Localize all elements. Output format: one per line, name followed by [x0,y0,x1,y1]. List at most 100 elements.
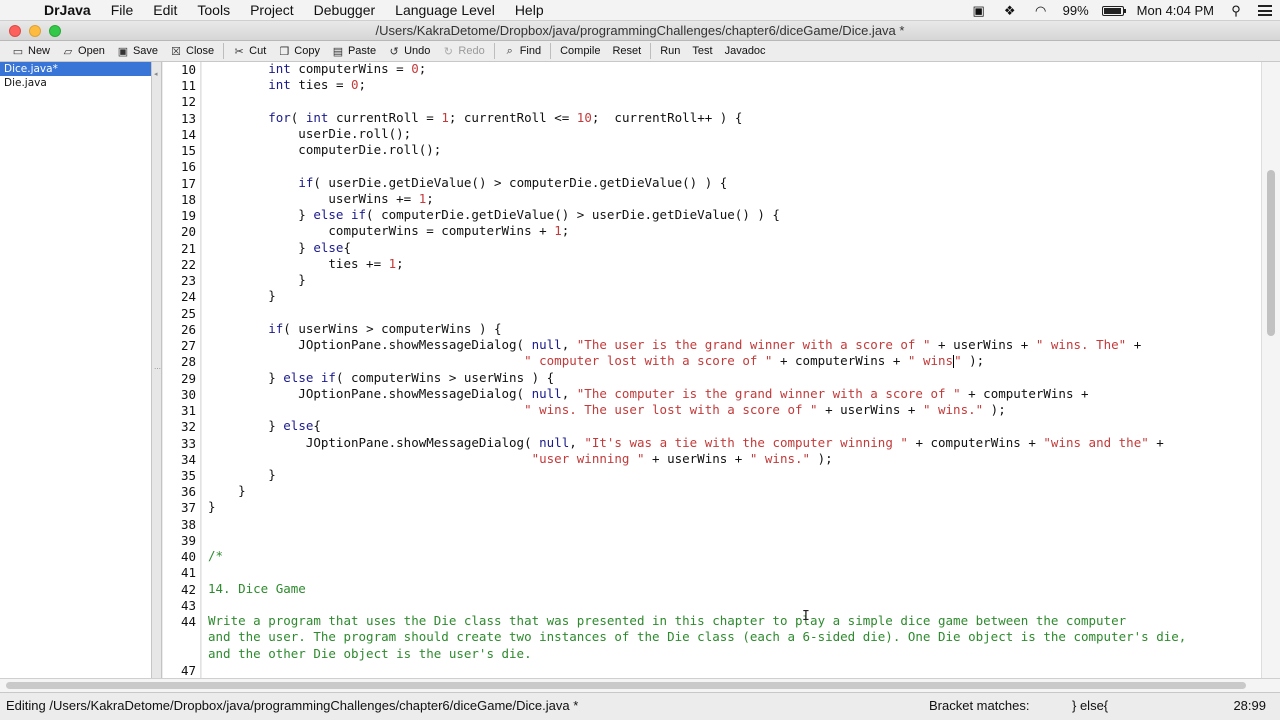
window-title-bar: /Users/KakraDetome/Dropbox/java/programm… [0,21,1280,41]
vertical-scroll-thumb[interactable] [1267,170,1275,336]
spotlight-search-icon[interactable]: ⚲ [1227,3,1245,19]
code-line: JOptionPane.showMessageDialog( null, "It… [208,435,1164,451]
close-button[interactable]: ☒ Close [164,42,220,60]
battery-icon[interactable] [1101,5,1126,16]
horizontal-scrollbar[interactable] [0,678,1280,692]
code-text: JOptionPane.showMessageDialog( [208,434,540,450]
code-line: } [208,272,306,288]
open-button[interactable]: ▱ Open [56,42,111,60]
menu-tools[interactable]: Tools [187,2,240,18]
code-text: currentRoll = [328,109,442,125]
line-number: 11 [180,78,196,94]
code-text: + computerWins + [907,434,1044,450]
mac-menu-bar: DrJava File Edit Tools Project Debugger Langu… [0,0,1280,21]
keyword: int [268,77,291,93]
toolbar-button-label: Find [519,45,542,57]
menu-file[interactable]: File [101,2,144,18]
string-literal: " [954,353,962,369]
number-literal: 0 [351,77,359,93]
new-button[interactable]: ▭ New [6,42,56,60]
cursor-position: 28:99 [1233,698,1266,713]
line-number: 47 [180,662,196,678]
code-line: JOptionPane.showMessageDialog( null, "Th… [208,385,1088,402]
line-number: 26 [180,321,196,337]
keyword: else if [283,369,336,385]
battery-percent[interactable]: 99% [1063,3,1089,18]
splitter-grip-icon[interactable]: ⋯ [154,366,161,373]
cut-button[interactable]: ✂ Cut [227,42,272,60]
code-line: JOptionPane.showMessageDialog( null, "Th… [208,337,1141,353]
code-text: { [343,239,351,255]
code-text: ; [426,190,434,206]
code-text: ties = [290,77,352,93]
menu-edit[interactable]: Edit [143,2,187,18]
horizontal-scroll-thumb[interactable] [6,682,1246,689]
toolbar-button-label: Paste [347,45,377,57]
line-number: 34 [180,451,196,467]
open-folder-icon: ▱ [63,45,73,58]
javadoc-button[interactable]: Javadoc [719,42,772,60]
notification-center-icon[interactable] [1258,5,1272,16]
line-number: 28 [180,354,196,370]
undo-button[interactable]: ↺ Undo [382,42,436,60]
find-button[interactable]: ⌕ Find [498,42,547,60]
code-text: , [561,385,577,401]
line-number: 10 [180,62,196,77]
line-number: 40 [180,549,196,565]
splitter-arrow-icon[interactable]: ◂ [154,71,159,78]
test-button[interactable]: Test [686,42,718,60]
code-text: computerDie.roll(); [208,142,442,158]
code-text: } [208,467,276,482]
menu-debugger[interactable]: Debugger [304,2,386,18]
string-literal: "The computer is the grand winner with a… [576,385,961,401]
line-number: 12 [180,94,196,110]
clock[interactable]: Mon 4:04 PM [1137,3,1214,18]
menu-project[interactable]: Project [240,2,304,18]
string-literal: " computer lost with a score of " [524,353,773,369]
copy-icon: ❐ [279,45,290,58]
panel-splitter[interactable]: ◂ ⋯ [152,62,162,678]
line-number: 15 [180,143,196,159]
reset-button[interactable]: Reset [606,42,647,60]
menu-language-level[interactable]: Language Level [385,2,505,18]
close-file-icon: ☒ [171,45,181,58]
app-menu[interactable]: DrJava [42,2,101,18]
line-number-gutter: 10 11 12 13 14 15 16 17 18 19 20 21 22 23 24 25 26 27 28 29… [163,62,201,678]
vertical-scrollbar[interactable] [1261,62,1280,678]
code-line: userDie.roll(); [208,126,411,142]
file-item[interactable]: Dice.java* [0,62,151,76]
toolbar-separator [550,43,552,59]
code-editor[interactable]: int computerWins = 0; int ties = 0; for(… [202,62,1261,678]
paste-button[interactable]: ▤ Paste [326,42,382,60]
facetime-camera-icon[interactable]: ▣ [970,3,988,19]
string-literal: "It's was a tie with the computer winnin… [584,434,908,450]
run-button[interactable]: Run [654,42,686,60]
code-line: " computer lost with a score of " + comp… [208,353,984,369]
dropbox-icon[interactable]: ❖ [1001,3,1019,19]
code-text: ties += [208,255,389,271]
code-line: Write a program that uses the Die class … [208,613,1126,629]
save-button[interactable]: ▣ Save [111,42,164,60]
code-text: ); [983,402,1006,418]
toolbar-separator [223,43,225,59]
file-item[interactable]: Die.java [0,76,151,90]
code-line: if( userDie.getDieValue() > computerDie.… [208,175,727,191]
code-text: JOptionPane.showMessageDialog( [208,385,532,401]
toolbar-button-label: Run [660,45,681,57]
code-text: } [208,499,216,515]
code-text: + [1126,337,1142,353]
toolbar-button-label: Close [186,45,215,57]
keyword: else if [313,207,367,223]
open-files-panel: Dice.java* Die.java [0,62,152,678]
code-text: ; [418,62,427,76]
code-text: ; currentRoll <= [448,109,577,125]
wifi-icon[interactable]: ◠ [1032,3,1050,19]
menu-help[interactable]: Help [505,2,554,18]
line-number: 39 [180,532,196,548]
compile-button[interactable]: Compile [554,42,606,60]
copy-button[interactable]: ❐ Copy [272,42,326,60]
toolbar-separator [493,43,495,59]
